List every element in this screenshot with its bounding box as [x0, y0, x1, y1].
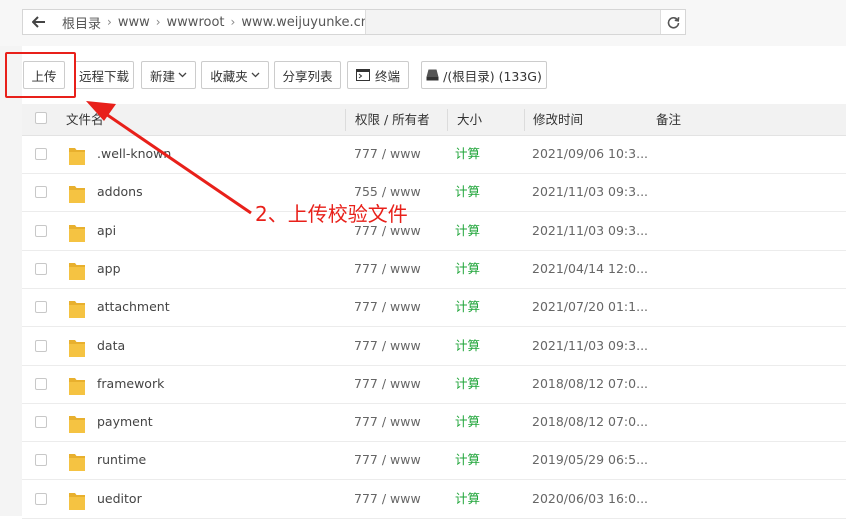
annotation-text: 2、上传校验文件	[255, 202, 408, 226]
annotation-arrow	[86, 101, 252, 215]
